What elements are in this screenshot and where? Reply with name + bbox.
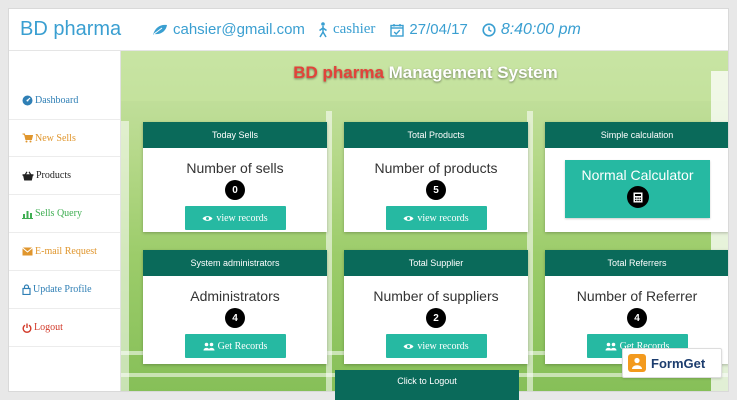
system-title-text: Management System: [388, 63, 558, 82]
card-header: Total Products: [344, 122, 528, 148]
eye-icon: [403, 343, 414, 349]
current-time: 8:40:00 pm: [482, 21, 581, 39]
sidebar-item-label: Logout: [34, 322, 63, 333]
sidebar-item-new-sells[interactable]: New Sells: [9, 119, 120, 157]
button-label: view records: [417, 212, 469, 224]
sidebar-item-label: E-mail Request: [35, 246, 97, 257]
count-badge: 5: [426, 180, 446, 200]
card-label: Number of Referrer: [576, 288, 698, 304]
user-email: cahsier@gmail.com: [152, 21, 305, 38]
system-administrators-card: System administrators Administrators 4 G…: [143, 250, 327, 364]
dashboard-main: BD pharma Management System Today Sells …: [121, 51, 728, 391]
dashboard-icon: [22, 95, 33, 105]
calculator-label: Normal Calculator: [581, 167, 694, 183]
sidebar: Dashboard New Sells Products Sells Query…: [9, 51, 121, 391]
card-label: Number of products: [374, 160, 498, 176]
card-header: Simple calculation: [545, 122, 728, 148]
count-badge: 4: [225, 308, 245, 328]
app-frame: BD pharma cahsier@gmail.com cashier 27/0…: [8, 8, 729, 392]
sidebar-item-dashboard[interactable]: Dashboard: [9, 81, 120, 119]
users-icon: [203, 342, 215, 350]
formget-logo-icon: [628, 354, 646, 372]
clock-icon: [482, 22, 496, 37]
simple-calculation-card: Simple calculation Normal Calculator: [545, 122, 728, 232]
current-date-text: 27/04/17: [409, 21, 468, 38]
card-header: Total Supplier: [344, 250, 528, 276]
click-to-logout-card[interactable]: Click to Logout: [335, 370, 519, 400]
users-icon: [605, 342, 617, 350]
top-header: BD pharma cahsier@gmail.com cashier 27/0…: [9, 9, 728, 51]
watermark-text: FormGet: [651, 355, 706, 371]
card-header: Today Sells: [143, 122, 327, 148]
system-title: BD pharma Management System: [121, 63, 728, 83]
button-label: view records: [216, 212, 268, 224]
current-time-text: 8:40:00 pm: [500, 20, 581, 38]
view-records-button[interactable]: view records: [385, 334, 487, 358]
count-badge: 4: [627, 308, 647, 328]
calculator-icon: [626, 186, 649, 208]
total-products-card: Total Products Number of products 5 view…: [344, 122, 528, 232]
system-title-brand: BD pharma: [293, 63, 384, 82]
button-label: Get Records: [217, 340, 268, 352]
sidebar-item-products[interactable]: Products: [9, 157, 120, 195]
view-records-button[interactable]: view records: [184, 206, 286, 230]
card-label: Number of suppliers: [373, 288, 499, 304]
sidebar-item-logout[interactable]: Logout: [9, 309, 120, 347]
view-records-button[interactable]: view records: [385, 206, 487, 230]
sidebar-item-label: Dashboard: [35, 94, 79, 106]
bar-chart-icon: [22, 210, 33, 219]
get-records-button[interactable]: Get Records: [184, 334, 286, 358]
lock-icon: [22, 284, 31, 295]
eye-icon: [403, 215, 414, 221]
person-walking-icon: [319, 21, 327, 37]
button-label: view records: [417, 340, 469, 352]
sidebar-item-label: Update Profile: [33, 284, 92, 295]
count-badge: 0: [225, 180, 245, 200]
card-label: Administrators: [190, 288, 280, 304]
envelope-icon: [22, 247, 33, 256]
power-icon: [22, 323, 32, 333]
normal-calculator-button[interactable]: Normal Calculator: [565, 160, 710, 218]
formget-watermark: FormGet: [622, 348, 722, 378]
sidebar-item-sells-query[interactable]: Sells Query: [9, 195, 120, 233]
brand-title[interactable]: BD pharma: [20, 18, 140, 41]
eye-icon: [202, 215, 213, 221]
today-sells-card: Today Sells Number of sells 0 view recor…: [143, 122, 327, 232]
sidebar-item-update-profile[interactable]: Update Profile: [9, 271, 120, 309]
count-badge: 2: [426, 308, 446, 328]
sidebar-item-email-request[interactable]: E-mail Request: [9, 233, 120, 271]
calendar-check-icon: [390, 23, 405, 37]
cart-icon: [22, 133, 33, 143]
user-role-text: cashier: [332, 21, 376, 37]
sidebar-item-label: Sells Query: [35, 208, 82, 219]
card-label: Number of sells: [186, 160, 284, 176]
user-role: cashier: [318, 21, 375, 38]
basket-icon: [22, 170, 34, 180]
current-date: 27/04/17: [390, 21, 468, 38]
total-supplier-card: Total Supplier Number of suppliers 2 vie…: [344, 250, 528, 364]
card-header: Total Referrers: [545, 250, 728, 276]
card-header: System administrators: [143, 250, 327, 276]
total-referrers-card: Total Referrers Number of Referrer 4 Get…: [545, 250, 728, 364]
leaf-icon: [153, 24, 167, 35]
sidebar-item-label: New Sells: [35, 132, 76, 144]
user-email-text: cahsier@gmail.com: [173, 21, 305, 38]
sidebar-item-label: Products: [36, 170, 71, 181]
